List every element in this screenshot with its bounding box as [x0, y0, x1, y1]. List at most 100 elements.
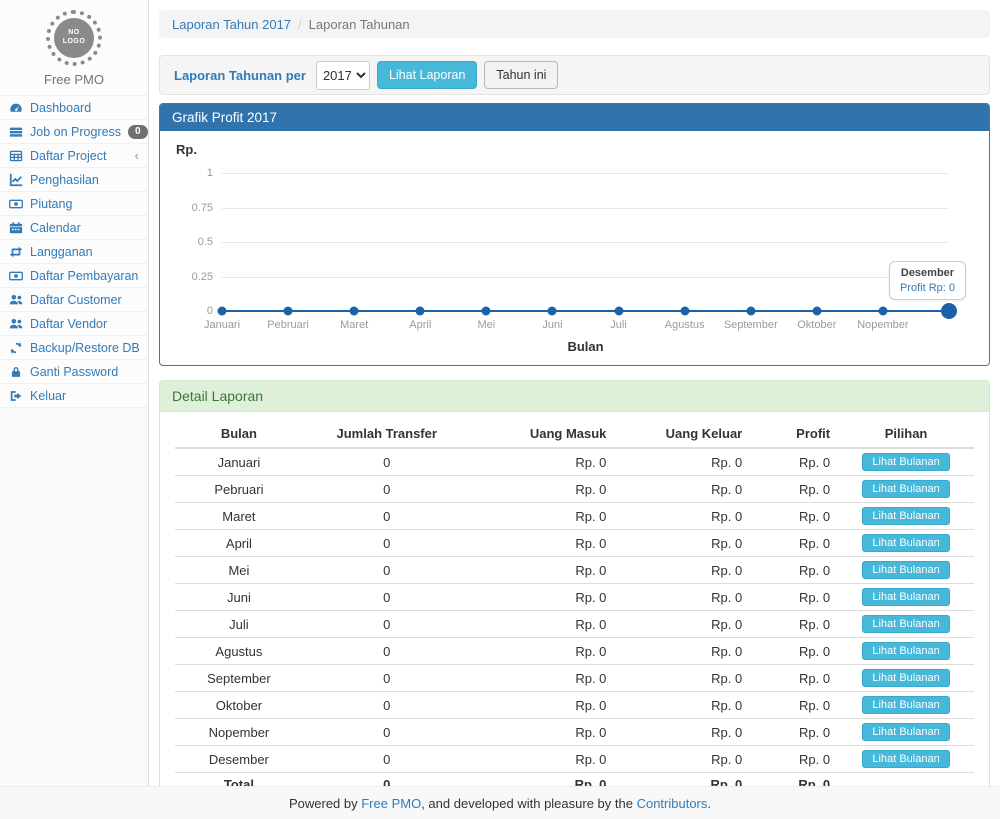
sidebar-item-keluar[interactable]: Keluar: [0, 384, 148, 408]
chevron-left-icon: ‹: [135, 149, 139, 162]
lihat-bulanan-button[interactable]: Lihat Bulanan: [862, 750, 949, 768]
lihat-bulanan-button[interactable]: Lihat Bulanan: [862, 480, 949, 498]
chart-line: [222, 310, 949, 312]
sidebar-item-daftar-vendor[interactable]: Daftar Vendor: [0, 312, 148, 336]
cell-profit: Rp. 0: [750, 557, 838, 584]
cell-bulan: Nopember: [175, 719, 303, 746]
lihat-bulanan-button[interactable]: Lihat Bulanan: [862, 534, 949, 552]
breadcrumb: Laporan Tahun 2017/Laporan Tahunan: [159, 10, 990, 38]
sidebar-item-daftar-project[interactable]: Daftar Project‹: [0, 144, 148, 168]
sidebar-item-daftar-pembayaran[interactable]: Daftar Pembayaran: [0, 264, 148, 288]
cell-uang-masuk: Rp. 0: [471, 530, 615, 557]
chart-panel: Grafik Profit 2017 Rp. Bulan 00.250.50.7…: [159, 103, 990, 366]
cell-pilihan: Lihat Bulanan: [838, 584, 974, 611]
data-point-september[interactable]: [746, 307, 755, 316]
sidebar-item-daftar-customer[interactable]: Daftar Customer: [0, 288, 148, 312]
lihat-bulanan-button[interactable]: Lihat Bulanan: [862, 696, 949, 714]
cell-uang-masuk: Rp. 0: [471, 665, 615, 692]
cell-uang-masuk: Rp. 0: [471, 638, 615, 665]
cell-profit: Rp. 0: [750, 638, 838, 665]
cell-bulan: Oktober: [175, 692, 303, 719]
column-header-bulan: Bulan: [175, 420, 303, 448]
footer-link-contributors[interactable]: Contributors: [637, 796, 708, 811]
data-point-maret[interactable]: [350, 307, 359, 316]
detail-panel: Detail Laporan BulanJumlah TransferUang …: [159, 380, 990, 810]
lihat-bulanan-button[interactable]: Lihat Bulanan: [862, 642, 949, 660]
lock-icon: [9, 365, 23, 379]
x-tick-label: Pebruari: [267, 319, 309, 331]
lihat-bulanan-button[interactable]: Lihat Bulanan: [862, 669, 949, 687]
cell-profit: Rp. 0: [750, 503, 838, 530]
cell-profit: Rp. 0: [750, 692, 838, 719]
lihat-laporan-button[interactable]: Lihat Laporan: [377, 61, 477, 89]
breadcrumb-link-laporan-tahun[interactable]: Laporan Tahun 2017: [172, 17, 291, 32]
retweet-icon: [9, 245, 23, 259]
lihat-bulanan-button[interactable]: Lihat Bulanan: [862, 588, 949, 606]
count-badge: 0: [128, 125, 148, 139]
sidebar-item-label: Piutang: [30, 197, 72, 211]
data-point-nopember[interactable]: [878, 307, 887, 316]
sidebar-item-calendar[interactable]: Calendar: [0, 216, 148, 240]
data-point-pebruari[interactable]: [284, 307, 293, 316]
breadcrumb-active: Laporan Tahunan: [309, 17, 410, 32]
y-tick-label: 0.75: [192, 202, 213, 214]
table-icon: [9, 149, 23, 163]
sidebar-item-langganan[interactable]: Langganan: [0, 240, 148, 264]
data-point-april[interactable]: [416, 307, 425, 316]
cell-jumlah-transfer: 0: [303, 665, 471, 692]
line-chart-icon: [9, 173, 23, 187]
sidebar-item-label: Langganan: [30, 245, 93, 259]
sidebar-item-backup-restore-db[interactable]: Backup/Restore DB: [0, 336, 148, 360]
cell-jumlah-transfer: 0: [303, 611, 471, 638]
cell-pilihan: Lihat Bulanan: [838, 530, 974, 557]
cell-pilihan: Lihat Bulanan: [838, 665, 974, 692]
sidebar-item-label: Daftar Pembayaran: [30, 269, 138, 283]
footer-link-free-pmo[interactable]: Free PMO: [361, 796, 421, 811]
cell-uang-keluar: Rp. 0: [614, 476, 750, 503]
table-row-maret: Maret0Rp. 0Rp. 0Rp. 0Lihat Bulanan: [175, 503, 974, 530]
cell-jumlah-transfer: 0: [303, 557, 471, 584]
sidebar-item-piutang[interactable]: Piutang: [0, 192, 148, 216]
sidebar-item-ganti-password[interactable]: Ganti Password: [0, 360, 148, 384]
main-content: Laporan Tahun 2017/Laporan Tahunan Lapor…: [149, 0, 1000, 810]
tahun-ini-button[interactable]: Tahun ini: [484, 61, 558, 89]
users-icon: [9, 317, 23, 331]
cell-jumlah-transfer: 0: [303, 584, 471, 611]
cell-uang-keluar: Rp. 0: [614, 584, 750, 611]
data-point-desember[interactable]: [941, 303, 957, 319]
sidebar-item-job-on-progress[interactable]: Job on Progress0: [0, 120, 148, 144]
sidebar-item-label: Penghasilan: [30, 173, 99, 187]
y-tick-label: 0: [207, 305, 213, 317]
cell-uang-keluar: Rp. 0: [614, 557, 750, 584]
cell-uang-masuk: Rp. 0: [471, 448, 615, 476]
cell-bulan: September: [175, 665, 303, 692]
column-header-uang-masuk: Uang Masuk: [471, 420, 615, 448]
sidebar-item-dashboard[interactable]: Dashboard: [0, 96, 148, 120]
lihat-bulanan-button[interactable]: Lihat Bulanan: [862, 723, 949, 741]
cell-bulan: April: [175, 530, 303, 557]
lihat-bulanan-button[interactable]: Lihat Bulanan: [862, 507, 949, 525]
data-point-januari[interactable]: [218, 307, 227, 316]
x-tick-label: Nopember: [857, 319, 908, 331]
data-point-juni[interactable]: [548, 307, 557, 316]
sidebar-item-penghasilan[interactable]: Penghasilan: [0, 168, 148, 192]
report-table: BulanJumlah TransferUang MasukUang Kelua…: [175, 420, 974, 797]
data-point-mei[interactable]: [482, 307, 491, 316]
data-point-agustus[interactable]: [680, 307, 689, 316]
column-header-pilihan: Pilihan: [838, 420, 974, 448]
chart-panel-title: Grafik Profit 2017: [160, 104, 989, 131]
cell-jumlah-transfer: 0: [303, 448, 471, 476]
lihat-bulanan-button[interactable]: Lihat Bulanan: [862, 453, 949, 471]
data-point-oktober[interactable]: [812, 307, 821, 316]
table-row-agustus: Agustus0Rp. 0Rp. 0Rp. 0Lihat Bulanan: [175, 638, 974, 665]
tooltip-value: Profit Rp: 0: [900, 282, 955, 294]
data-point-juli[interactable]: [614, 307, 623, 316]
cell-pilihan: Lihat Bulanan: [838, 611, 974, 638]
lihat-bulanan-button[interactable]: Lihat Bulanan: [862, 561, 949, 579]
column-header-profit: Profit: [750, 420, 838, 448]
lihat-bulanan-button[interactable]: Lihat Bulanan: [862, 615, 949, 633]
x-tick-label: April: [409, 319, 431, 331]
year-select[interactable]: 2017: [316, 61, 370, 90]
y-tick-label: 1: [207, 167, 213, 179]
cell-uang-masuk: Rp. 0: [471, 719, 615, 746]
